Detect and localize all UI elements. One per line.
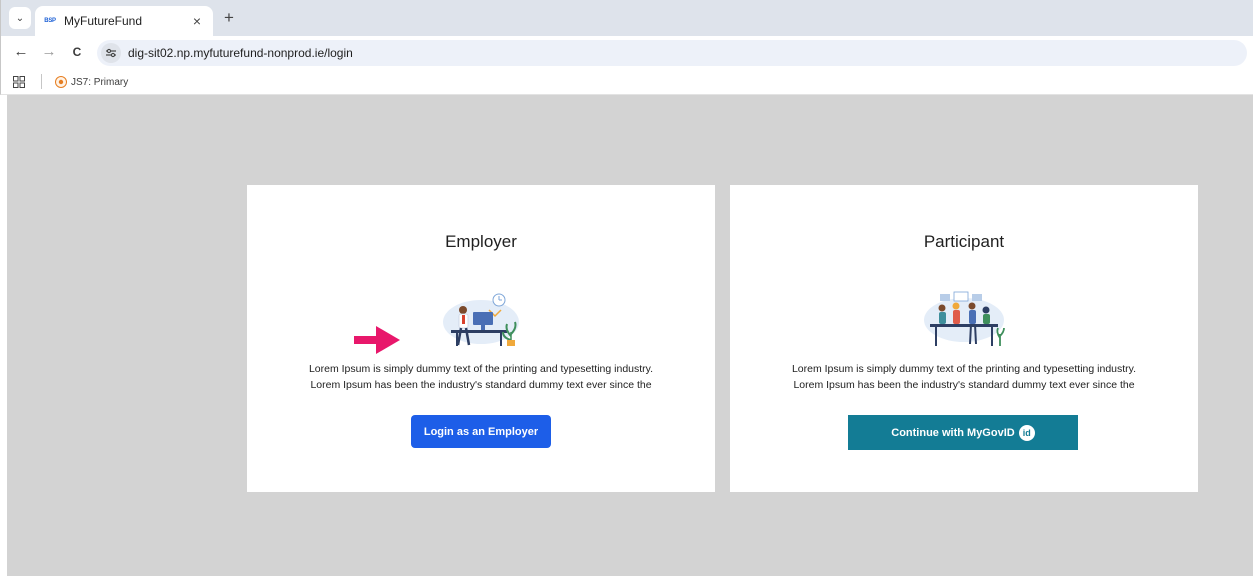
participant-description: Lorem Ipsum is simply dummy text of the … — [750, 361, 1178, 393]
employer-description-line: Lorem Ipsum has been the industry's stan… — [310, 379, 652, 391]
tab-list-button[interactable]: ⌄ — [9, 7, 31, 29]
participant-illustration-icon — [920, 288, 1008, 348]
employer-title: Employer — [445, 232, 517, 251]
back-arrow-icon[interactable]: ← — [11, 42, 31, 62]
apps-grid-icon[interactable] — [13, 75, 25, 88]
page-viewport: Employer Lorem Ipsum is simply dummy tex… — [0, 95, 1253, 576]
employer-description: Lorem Ipsum is simply dummy text of the … — [267, 361, 695, 393]
participant-card: Participant Lorem Ipsum is simply dummy … — [730, 185, 1198, 492]
employer-description-line: Lorem Ipsum is simply dummy text of the … — [308, 363, 654, 375]
forward-arrow-icon[interactable]: → — [39, 42, 59, 62]
bookmarks-bar: JS7: Primary — [0, 68, 1253, 95]
site-favicon-icon: BSP — [44, 18, 56, 24]
continue-with-mygovid-button[interactable]: Continue with MyGovID id — [848, 415, 1078, 450]
url-text: dig-sit02.np.myfuturefund-nonprod.ie/log… — [128, 46, 353, 60]
reload-icon[interactable]: C — [67, 42, 87, 62]
browser-tab-active[interactable]: BSP MyFutureFund × — [35, 6, 213, 36]
plus-icon[interactable]: + — [219, 8, 239, 28]
bookmark-js7-primary[interactable]: JS7: Primary — [55, 73, 128, 91]
address-bar[interactable]: dig-sit02.np.myfuturefund-nonprod.ie/log… — [97, 40, 1247, 66]
bookmark-favicon-icon — [55, 76, 67, 88]
browser-tab-bar: ⌄ BSP MyFutureFund × + — [0, 0, 1253, 36]
bookmark-separator — [41, 74, 42, 89]
mygovid-button-label: Continue with MyGovID — [891, 426, 1015, 439]
mygovid-badge-icon: id — [1018, 424, 1035, 441]
employer-card: Employer Lorem Ipsum is simply dummy tex… — [247, 185, 715, 492]
participant-description-line: Lorem Ipsum has been the industry's stan… — [793, 379, 1135, 391]
close-icon[interactable]: × — [189, 13, 205, 29]
pointer-arrow-icon — [352, 324, 402, 356]
site-info-icon[interactable] — [101, 43, 121, 63]
login-as-employer-button[interactable]: Login as an Employer — [411, 415, 551, 448]
chevron-down-icon: ⌄ — [15, 12, 25, 24]
participant-description-line: Lorem Ipsum is simply dummy text of the … — [791, 363, 1137, 375]
bookmark-label: JS7: Primary — [71, 76, 129, 88]
employer-illustration-icon — [437, 288, 525, 348]
tab-title: MyFutureFund — [64, 14, 143, 28]
browser-toolbar: ← → C dig-sit02.np.myfuturefund-nonprod.… — [0, 36, 1253, 68]
participant-title: Participant — [923, 232, 1005, 251]
